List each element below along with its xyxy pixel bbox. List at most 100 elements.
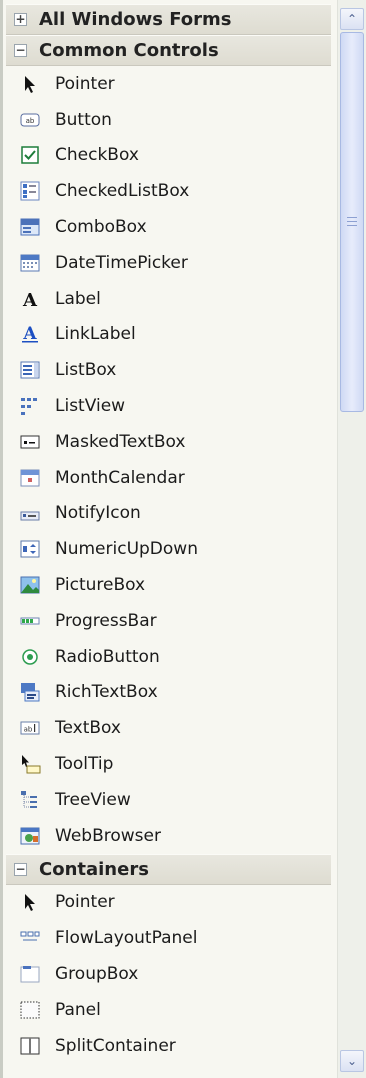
scroll-up-button[interactable]: ⌃	[340, 8, 364, 30]
toolbox-item-numericupdown[interactable]: NumericUpDown	[6, 531, 331, 567]
item-label: ListView	[55, 396, 126, 417]
combo-box-icon	[19, 216, 41, 238]
item-label: TextBox	[55, 718, 121, 739]
toolbox-item-tooltip[interactable]: ToolTip	[6, 746, 331, 782]
month-calendar-icon	[19, 467, 41, 489]
svg-text:ab: ab	[24, 726, 33, 734]
toolbox-item-pointer[interactable]: Pointer	[6, 66, 331, 102]
toolbox-item-progressbar[interactable]: ProgressBar	[6, 603, 331, 639]
toolbox-item-radiobutton[interactable]: RadioButton	[6, 639, 331, 675]
web-browser-icon	[19, 825, 41, 847]
masked-text-box-icon	[19, 431, 41, 453]
collapse-icon[interactable]: −	[14, 862, 27, 876]
picture-box-icon	[19, 574, 41, 596]
button-icon: ab	[19, 109, 41, 131]
item-label: TreeView	[55, 789, 131, 810]
toolbox-item-linklabel[interactable]: A LinkLabel	[6, 317, 331, 353]
toolbox-panel: + All Windows Forms − Common Controls Po…	[0, 0, 366, 1078]
svg-text:A: A	[22, 290, 38, 310]
item-label: RadioButton	[55, 646, 160, 667]
toolbox-item-richtextbox[interactable]: RichTextBox	[6, 675, 331, 711]
toolbox-item-picturebox[interactable]: PictureBox	[6, 567, 331, 603]
label-icon: A	[19, 288, 41, 310]
item-label: CheckBox	[55, 145, 139, 166]
item-label: LinkLabel	[55, 324, 136, 345]
item-label: Panel	[55, 999, 101, 1020]
chevron-up-icon: ⌃	[346, 12, 358, 26]
toolbox-item-webbrowser[interactable]: WebBrowser	[6, 818, 331, 854]
checkbox-icon	[19, 144, 41, 166]
svg-text:ab: ab	[26, 117, 35, 125]
group-label: Common Controls	[39, 40, 219, 61]
toolbox-item-checkedlistbox[interactable]: CheckedListBox	[6, 173, 331, 209]
toolbox-item-groupbox[interactable]: GroupBox	[6, 956, 331, 992]
scroll-down-button[interactable]: ⌄	[340, 1050, 364, 1072]
radio-button-icon	[19, 646, 41, 668]
toolbox-item-container-pointer[interactable]: Pointer	[6, 885, 331, 921]
toolbox-item-maskedtextbox[interactable]: MaskedTextBox	[6, 424, 331, 460]
item-label: NotifyIcon	[55, 503, 141, 524]
item-label: ToolTip	[55, 754, 114, 775]
toolbox-item-flowlayoutpanel[interactable]: FlowLayoutPanel	[6, 920, 331, 956]
numeric-up-down-icon	[19, 538, 41, 560]
group-box-icon	[19, 963, 41, 985]
text-box-icon: ab	[19, 717, 41, 739]
panel-icon	[19, 999, 41, 1021]
item-label: FlowLayoutPanel	[55, 928, 198, 949]
toolbox-item-notifyicon[interactable]: NotifyIcon	[6, 496, 331, 532]
group-label: All Windows Forms	[39, 9, 232, 30]
item-label: Button	[55, 109, 112, 130]
item-label: ListBox	[55, 360, 117, 381]
toolbox-item-textbox[interactable]: ab TextBox	[6, 710, 331, 746]
flow-layout-panel-icon	[19, 927, 41, 949]
group-containers[interactable]: − Containers	[6, 853, 331, 885]
item-label: PictureBox	[55, 575, 146, 596]
item-label: Pointer	[55, 73, 115, 94]
tooltip-icon	[19, 753, 41, 775]
grip-line	[347, 217, 357, 218]
toolbox-item-label[interactable]: A Label	[6, 281, 331, 317]
item-label: ComboBox	[55, 217, 147, 238]
group-common-controls[interactable]: − Common Controls	[6, 35, 331, 66]
toolbox-item-panel[interactable]: Panel	[6, 992, 331, 1028]
item-label: MaskedTextBox	[55, 431, 186, 452]
collapse-icon[interactable]: −	[14, 44, 27, 57]
grip-line	[347, 221, 357, 222]
tree-view-icon	[19, 789, 41, 811]
toolbox-item-monthcalendar[interactable]: MonthCalendar	[6, 460, 331, 496]
item-label: Pointer	[55, 892, 115, 913]
item-label: NumericUpDown	[55, 539, 198, 560]
toolbox-list: + All Windows Forms − Common Controls Po…	[6, 4, 331, 1064]
item-label: Label	[55, 288, 101, 309]
pointer-icon	[19, 73, 41, 95]
expand-icon[interactable]: +	[14, 13, 27, 26]
progress-bar-icon	[19, 610, 41, 632]
group-all-windows-forms[interactable]: + All Windows Forms	[6, 4, 331, 35]
toolbox-item-listview[interactable]: ListView	[6, 388, 331, 424]
chevron-down-icon: ⌄	[346, 1054, 358, 1068]
toolbox-item-splitcontainer[interactable]: SplitContainer	[6, 1028, 331, 1064]
rich-text-box-icon	[19, 681, 41, 703]
grip-line	[347, 225, 357, 226]
toolbox-item-listbox[interactable]: ListBox	[6, 352, 331, 388]
scroll-thumb[interactable]	[340, 32, 364, 412]
toolbox-item-treeview[interactable]: TreeView	[6, 782, 331, 818]
notify-icon-icon	[19, 502, 41, 524]
item-label: GroupBox	[55, 964, 139, 985]
item-label: WebBrowser	[55, 825, 161, 846]
item-label: DateTimePicker	[55, 252, 188, 273]
list-view-icon	[19, 395, 41, 417]
split-container-icon	[19, 1035, 41, 1057]
item-label: MonthCalendar	[55, 467, 185, 488]
item-label: SplitContainer	[55, 1035, 176, 1056]
toolbox-item-datetimepicker[interactable]: DateTimePicker	[6, 245, 331, 281]
item-label: RichTextBox	[55, 682, 158, 703]
list-box-icon	[19, 359, 41, 381]
vertical-scrollbar[interactable]: ⌃ ⌄	[337, 0, 366, 1078]
toolbox-item-combobox[interactable]: ComboBox	[6, 209, 331, 245]
item-label: CheckedListBox	[55, 181, 190, 202]
link-label-icon: A	[19, 323, 41, 345]
toolbox-item-button[interactable]: ab Button	[6, 102, 331, 138]
toolbox-item-checkbox[interactable]: CheckBox	[6, 138, 331, 174]
group-label: Containers	[39, 858, 149, 880]
